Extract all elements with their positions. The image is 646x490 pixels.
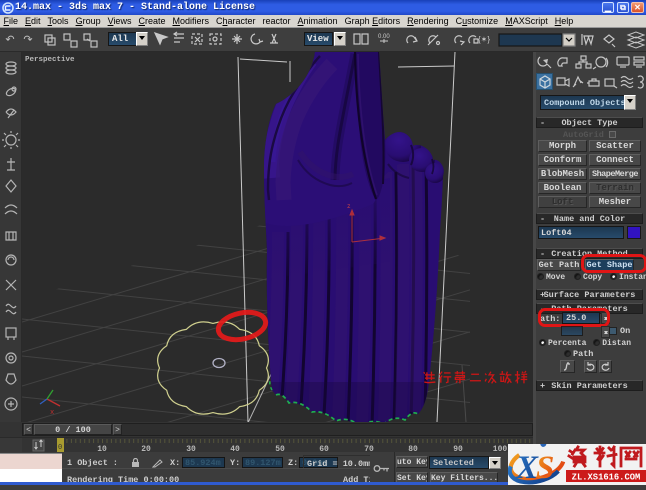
svg-text:0: 0 — [58, 444, 62, 452]
svg-text:x: x — [50, 409, 54, 417]
svg-text:z: z — [347, 203, 351, 210]
svg-text:Perspective: Perspective — [25, 56, 75, 64]
svg-text:{✶}: {✶} — [478, 35, 490, 44]
svg-text:ZL.XS1616.COM: ZL.XS1616.COM — [572, 473, 641, 483]
svg-text:S: S — [536, 450, 554, 485]
